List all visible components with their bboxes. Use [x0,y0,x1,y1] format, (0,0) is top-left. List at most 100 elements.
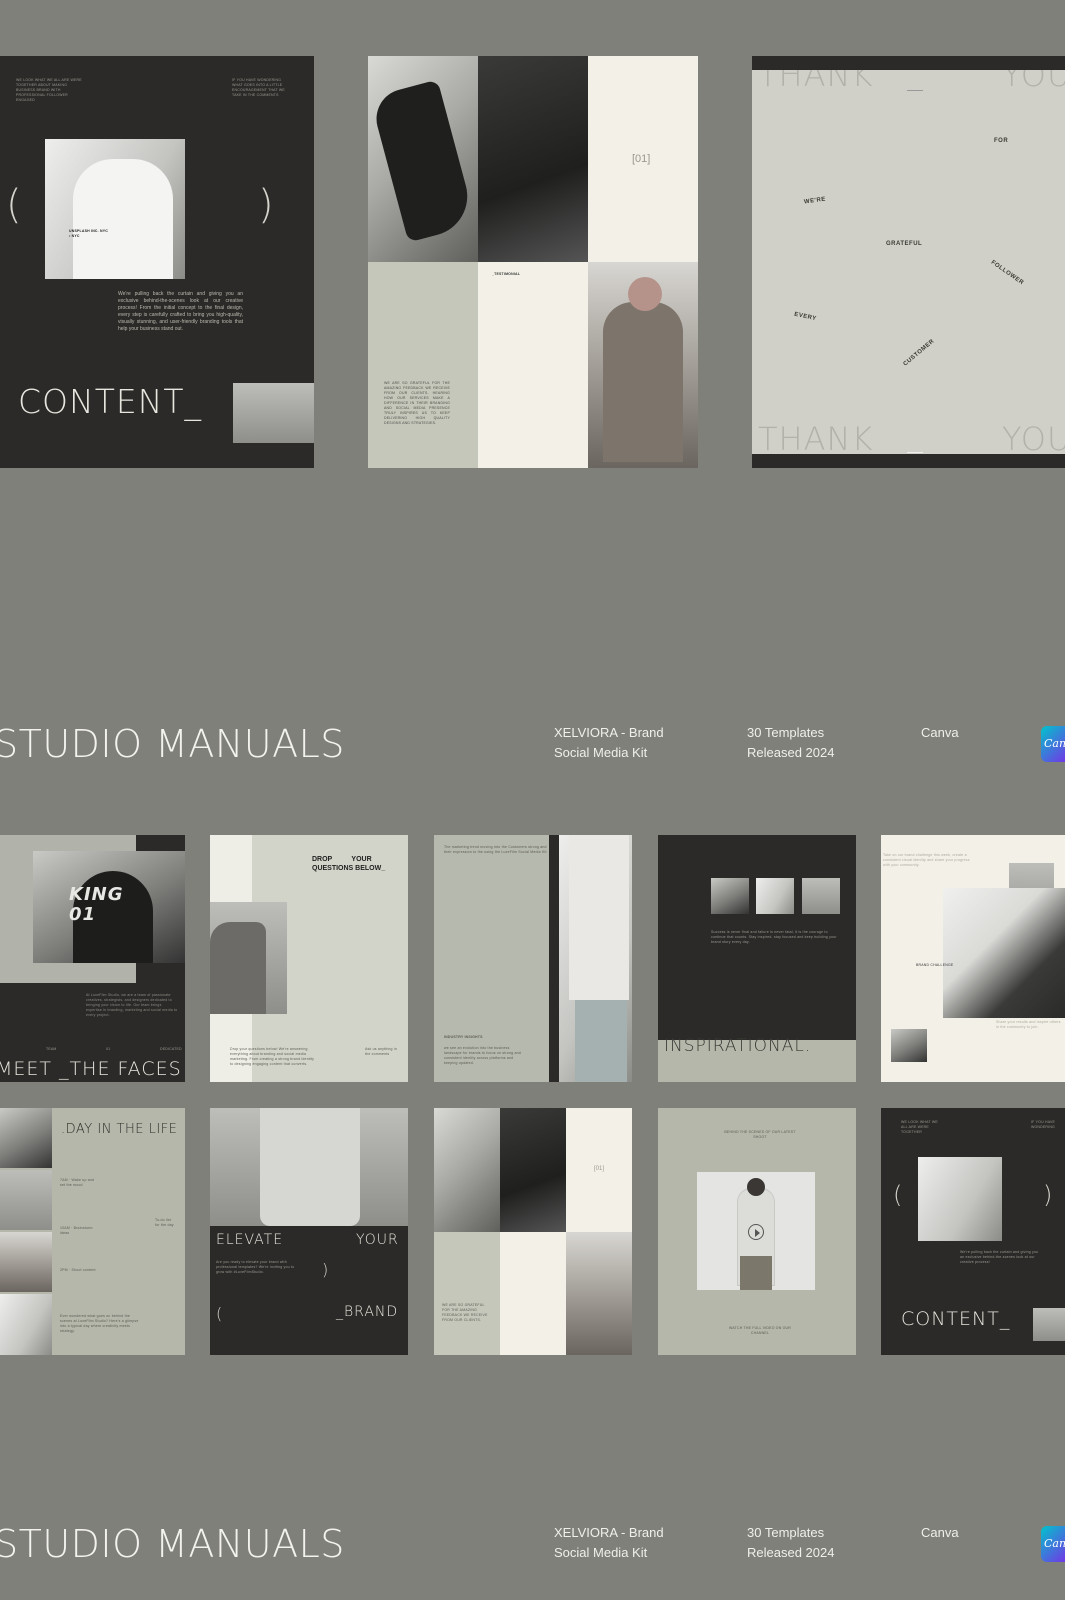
intro-text: WE LOOK WHAT WE ALL ARE WERE TOGETHER AB… [16,78,82,102]
dark-strip [549,835,559,1082]
questions-card[interactable]: DROP YOUR QUESTIONS BELOW_ Drop your que… [210,835,408,1082]
kimono-photo-small [500,1108,566,1232]
thankyou-top-right: YOU [1002,56,1065,94]
count-line-2: Released 2024 [747,745,835,760]
meet-faces-card[interactable]: KING 01 At LuxeFilm Studio, we are a tea… [0,835,185,1082]
industry-label: INDUSTRY INSIGHTS [444,1035,483,1039]
count-line-1: 30 Templates [747,725,825,740]
industry-card[interactable]: The marketing trend moving into the Cust… [434,835,632,1082]
faces-num: 01 [106,1047,111,1051]
shirt-print: UNSPLASH INC. NYC • NYC [69,229,108,238]
word-were: WE'RE [803,196,827,206]
day-item-1: 7AM · Wake up and set the mood [60,1178,95,1187]
coat-photo-small [566,1232,632,1355]
thankyou-bottom-left: THANK [758,420,874,458]
video-header: BEHIND THE SCENES OF OUR LATEST SHOOT [724,1130,796,1139]
day-body: Ever wondered what goes on behind the sc… [60,1314,139,1333]
brand-challenge-card[interactable]: Take on our brand challenge this week, c… [881,835,1065,1082]
word-for: FOR [994,138,1009,144]
sage-panel-small [434,1232,500,1355]
day-life-title: .DAY IN THE LIFE [61,1122,178,1137]
template-count: 30 Templates Released 2024 [747,1523,834,1563]
elevate-paren-close: ) [322,1260,329,1279]
inspo-photo-2 [756,878,794,914]
content-small-body: We're pulling back the curtain and givin… [960,1250,1039,1264]
section-title: STUDIO MANUALS [0,722,345,766]
count-line-1: 30 Templates [747,1525,825,1540]
tshirt-photo: UNSPLASH INC. NYC • NYC [45,139,185,279]
paren-left: ( [6,182,22,228]
faces-dedicated: DEDICATED [160,1047,182,1051]
day-item-3: To-do list for the day [155,1218,174,1227]
questions-cta: Ask us anything in the comments [365,1047,398,1056]
challenge-footer: Share your results and inspire others in… [996,1020,1061,1029]
inspo-body: Success is never final and failure is ne… [711,930,837,944]
dash-top [907,90,923,91]
product-name: XELVIORA - Brand Social Media Kit [554,723,664,763]
content-template-card[interactable]: WE LOOK WHAT WE ALL ARE WERE TOGETHER AB… [0,56,314,468]
day-life-card[interactable]: .DAY IN THE LIFE 7AM · Wake up and set t… [0,1108,185,1355]
questions-body: Drop your questions below! We're answeri… [230,1047,315,1066]
content-small-paren-right: ) [1043,1181,1053,1209]
canva-logo-icon: Canva [1041,726,1065,762]
testimonial-template-card[interactable]: [01] _TESTIMONIAL WE ARE SO GRATEFUL FOR… [368,56,698,468]
corner-text: IF YOU HAVE WONDERING WHAT GOES INTO A L… [232,78,285,97]
inspirational-title: INSPIRATIONAL. [664,1036,812,1056]
product-line-1: XELVIORA - Brand [554,725,664,740]
tshirt-photo-small [918,1157,1002,1241]
video-card[interactable]: BEHIND THE SCENES OF OUR LATEST SHOOT WA… [658,1108,856,1355]
inspirational-card[interactable]: Success is never final and failure is ne… [658,835,856,1082]
content-small-paren-left: ( [893,1181,903,1209]
day-photo-2 [0,1170,52,1230]
content-small-intro: WE LOOK WHAT WE ALL ARE WERE TOGETHER [901,1120,938,1134]
shoe-photo-small [434,1108,500,1232]
inspo-photo-3 [802,878,840,914]
day-photo-4 [0,1294,52,1355]
jersey-text: KING 01 [69,884,124,925]
jacket-photo [210,902,287,1014]
kimono-photo [478,56,588,262]
section-title: STUDIO MANUALS [0,1522,345,1566]
sage-panel [368,262,478,468]
industry-header: The marketing trend moving into the Cust… [444,845,547,854]
coat-photo [588,262,698,468]
content-body: We're pulling back the curtain and givin… [118,291,243,332]
elevate-paren-open: ( [216,1304,223,1323]
elevate-word-1: ELEVATE [216,1232,284,1248]
platform-label: Canva [921,725,959,740]
template-count: 30 Templates Released 2024 [747,723,834,763]
product-name: XELVIORA - Brand Social Media Kit [554,1523,664,1563]
elevate-word-3: _BRAND [336,1304,399,1320]
model-photo [233,383,314,443]
faces-title: MEET _THE FACES [0,1058,182,1080]
word-grateful: GRATEFUL [886,241,923,247]
elevate-brand-card[interactable]: ELEVATE YOUR Are you ready to elevate yo… [210,1108,408,1355]
canva-logo-icon: Canva [1041,1526,1065,1562]
day-photo-1 [0,1108,52,1168]
challenge-body: Take on our brand challenge this week, c… [883,853,970,867]
testimonial-small-body: WE ARE SO GRATEFUL FOR THE AMAZING FEEDB… [442,1303,488,1322]
overalls-photo [210,1108,408,1226]
questions-title: DROP YOUR QUESTIONS BELOW_ [312,856,386,872]
content-title: CONTENT_ [18,382,203,421]
platform-label: Canva [921,1525,959,1540]
industry-body: we see an evolution into the business la… [444,1046,521,1065]
video-footer: WATCH THE FULL VIDEO ON OUR CHANNEL [729,1326,791,1335]
challenge-photo-3 [891,1029,927,1062]
content-small-card[interactable]: WE LOOK WHAT WE ALL ARE WERE TOGETHER IF… [881,1108,1065,1355]
day-photo-3 [0,1232,52,1292]
content-small-photo [1033,1308,1065,1341]
testimonial-small-card[interactable]: [01] WE ARE SO GRATEFUL FOR THE AMAZING … [434,1108,632,1355]
testimonial-small-number: [01] [594,1166,605,1172]
product-line-2: Social Media Kit [554,745,648,760]
play-button-icon[interactable] [748,1224,764,1240]
paren-right: ) [258,182,274,228]
thankyou-template-card[interactable]: THANK YOU FOR WE'RE GRATEFUL FOLLOWER EV… [752,56,1065,468]
shoe-photo [368,56,478,262]
dash-bottom [907,452,923,453]
testimonial-label: _TESTIMONIAL [492,272,521,276]
thankyou-bottom-right: YOU [1002,420,1065,458]
product-line-1: XELVIORA - Brand [554,1525,664,1540]
product-line-2: Social Media Kit [554,1545,648,1560]
content-small-title: CONTENT_ [901,1308,1011,1330]
